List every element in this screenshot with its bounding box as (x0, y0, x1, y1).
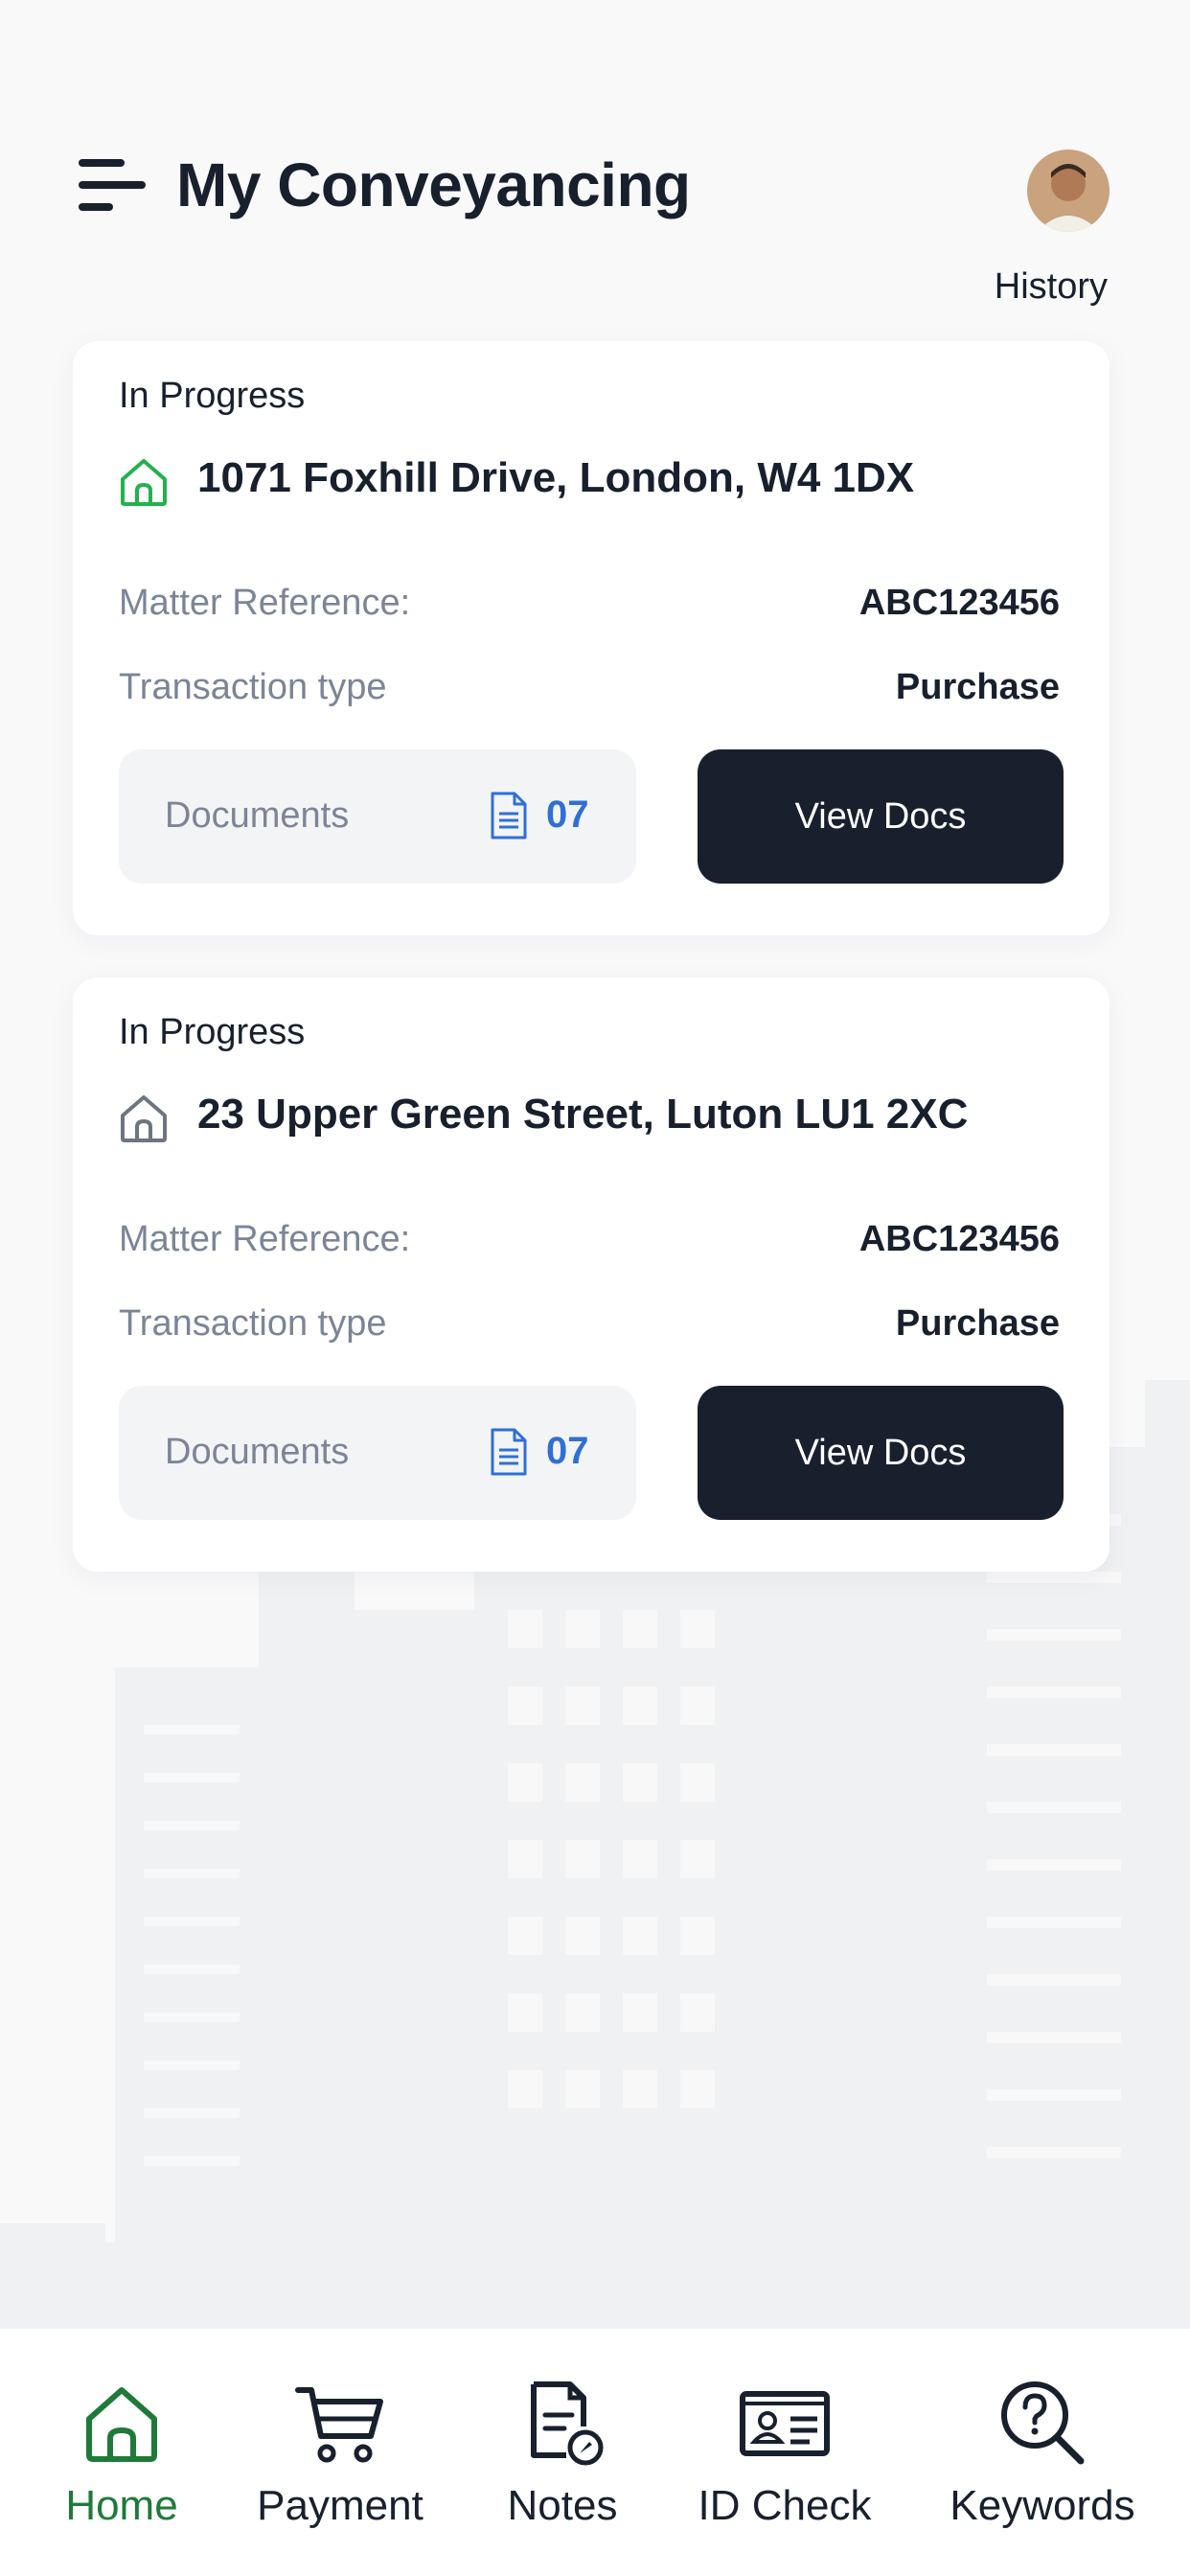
transaction-type-value: Purchase (895, 1303, 1060, 1344)
tab-label: Payment (257, 2482, 423, 2529)
tab-label: ID Check (698, 2482, 872, 2529)
transaction-type-label: Transaction type (119, 667, 387, 707)
status-label: In Progress (119, 1012, 306, 1052)
documents-count: 07 (546, 1430, 589, 1472)
home-icon (121, 1095, 167, 1142)
document-icon (491, 1428, 527, 1476)
history-link[interactable]: History (995, 266, 1108, 308)
home-icon (86, 2387, 157, 2462)
transaction-type-value: Purchase (895, 667, 1060, 707)
tab-payment[interactable]: Payment (238, 2377, 443, 2549)
tab-label: Home (65, 2482, 178, 2529)
status-label: In Progress (119, 376, 306, 416)
user-avatar[interactable] (1027, 150, 1110, 232)
matter-card: In Progress 1071 Foxhill Drive, London, … (73, 341, 1110, 935)
matter-reference-label: Matter Reference: (119, 1219, 411, 1259)
view-docs-button[interactable]: View Docs (698, 1386, 1064, 1520)
documents-label: Documents (165, 795, 350, 836)
documents-label: Documents (165, 1432, 350, 1472)
view-docs-button[interactable]: View Docs (698, 749, 1064, 884)
home-icon (121, 459, 167, 506)
tab-home[interactable]: Home (50, 2377, 194, 2549)
page-title: My Conveyancing (176, 150, 691, 219)
app-header: My Conveyancing History (0, 0, 1190, 326)
tab-label: Notes (507, 2482, 618, 2529)
hamburger-menu-icon[interactable] (73, 153, 151, 217)
tab-keywords[interactable]: Keywords (926, 2377, 1159, 2549)
matter-card: In Progress 23 Upper Green Street, Luton… (73, 978, 1110, 1572)
matter-reference-value: ABC123456 (858, 583, 1060, 623)
matter-reference-value: ABC123456 (858, 1219, 1060, 1259)
id-card-icon (740, 2391, 830, 2456)
tab-label: Keywords (950, 2482, 1135, 2529)
bottom-tab-bar: Home Payment Notes ID Check Keywords (0, 2329, 1190, 2576)
document-icon (491, 792, 527, 840)
notes-icon (531, 2381, 604, 2466)
documents-count: 07 (546, 794, 589, 836)
documents-summary: Documents 07 (119, 1386, 636, 1520)
transaction-type-label: Transaction type (119, 1303, 387, 1344)
property-address: 23 Upper Green Street, Luton LU1 2XC (197, 1091, 969, 1138)
property-address: 1071 Foxhill Drive, London, W4 1DX (197, 454, 915, 501)
documents-summary: Documents 07 (119, 749, 636, 884)
help-search-icon (1001, 2381, 1085, 2465)
tab-notes[interactable]: Notes (492, 2377, 632, 2549)
cart-icon (295, 2387, 383, 2463)
matter-reference-label: Matter Reference: (119, 583, 411, 623)
tab-id-check[interactable]: ID Check (684, 2377, 885, 2549)
